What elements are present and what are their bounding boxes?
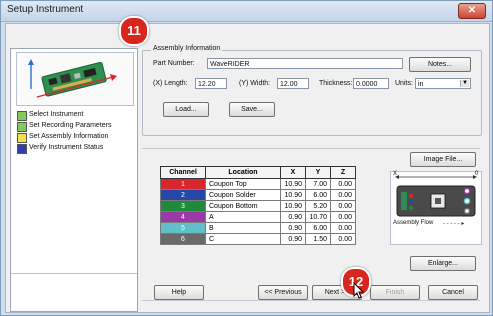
close-icon: ✕ <box>467 5 477 16</box>
units-label: Units: <box>395 80 413 87</box>
units-selected-value: in <box>418 81 424 88</box>
column-header-location: Location <box>205 166 281 179</box>
location-cell[interactable]: Coupon Bottom <box>205 200 281 212</box>
column-header-z: Z <box>330 166 356 179</box>
wizard-step-list: Select Instrument Set Recording Paramete… <box>17 110 111 154</box>
y-cell[interactable]: 6.00 <box>305 222 331 234</box>
step-set-assembly-information[interactable]: Set Assembly Information <box>17 132 111 143</box>
length-input[interactable]: 12.20 <box>195 78 227 89</box>
z-cell[interactable]: 0.00 <box>330 211 356 223</box>
load-button[interactable]: Load... <box>163 102 209 117</box>
column-header-channel: Channel <box>160 166 206 179</box>
y-cell[interactable]: 5.20 <box>305 200 331 212</box>
table-row[interactable]: 2 Coupon Solder 10.90 6.00 0.00 <box>160 189 356 201</box>
y-cell[interactable]: 6.00 <box>305 189 331 201</box>
instrument-board-image <box>16 52 134 106</box>
wizard-steps-panel: Select Instrument Set Recording Paramete… <box>10 48 138 312</box>
x-cell[interactable]: 0.90 <box>280 222 306 234</box>
table-row[interactable]: 4 A 0.90 10.70 0.00 <box>160 211 356 223</box>
group-label: Assembly Information <box>151 45 223 52</box>
channel-location-table: Channel Location X Y Z 1 Coupon Top 10.9… <box>160 166 356 245</box>
part-number-label: Part Number: <box>153 60 195 67</box>
cancel-button[interactable]: Cancel <box>428 285 478 300</box>
mouse-pointer-icon <box>353 282 365 299</box>
diagram-x-label: X <box>393 171 398 177</box>
width-input[interactable]: 12.00 <box>277 78 309 89</box>
z-cell[interactable]: 0.00 <box>330 233 356 245</box>
step-status-square <box>17 144 27 154</box>
width-label: (Y) Width: <box>239 80 271 87</box>
channel-cell[interactable]: 1 <box>160 178 206 190</box>
callout-badge-11: 11 <box>119 16 149 46</box>
z-cell[interactable]: 0.00 <box>330 222 356 234</box>
location-cell[interactable]: A <box>205 211 281 223</box>
table-row[interactable]: 1 Coupon Top 10.90 7.00 0.00 <box>160 178 356 190</box>
help-button[interactable]: Help <box>154 285 204 300</box>
enlarge-button[interactable]: Enlarge... <box>410 256 476 271</box>
instrument-board-icon <box>28 59 117 98</box>
chevron-down-icon: ▼ <box>460 80 469 87</box>
thickness-input[interactable]: 0.0000 <box>353 78 389 89</box>
diagram-y-label: 0 <box>475 171 479 177</box>
length-label: (X) Length: <box>153 80 188 87</box>
step-select-instrument[interactable]: Select Instrument <box>17 110 111 121</box>
part-number-input[interactable]: WaveRIDER <box>207 58 403 69</box>
step-label: Select Instrument <box>29 111 84 118</box>
z-cell[interactable]: 0.00 <box>330 189 356 201</box>
x-cell[interactable]: 10.90 <box>280 189 306 201</box>
save-button[interactable]: Save... <box>229 102 275 117</box>
close-button[interactable]: ✕ <box>458 3 486 19</box>
channel-cell[interactable]: 3 <box>160 200 206 212</box>
table-header-row: Channel Location X Y Z <box>160 166 356 179</box>
table-row[interactable]: 6 C 0.90 1.50 0.00 <box>160 233 356 245</box>
step-label: Set Recording Parameters <box>29 122 112 129</box>
step-label: Verify Instrument Status <box>29 144 104 151</box>
location-cell[interactable]: Coupon Top <box>205 178 281 190</box>
table-row[interactable]: 3 Coupon Bottom 10.90 5.20 0.00 <box>160 200 356 212</box>
step-set-recording-parameters[interactable]: Set Recording Parameters <box>17 121 112 132</box>
image-file-button[interactable]: Image File... <box>410 152 476 167</box>
finish-button[interactable]: Finish <box>370 285 420 300</box>
step-label: Set Assembly Information <box>29 133 109 140</box>
channel-cell[interactable]: 2 <box>160 189 206 201</box>
assembly-information-group: Assembly Information Part Number: WaveRI… <box>142 45 482 136</box>
channel-cell[interactable]: 6 <box>160 233 206 245</box>
board-thumbnail-icon <box>395 175 477 217</box>
x-cell[interactable]: 10.90 <box>280 200 306 212</box>
dialog-client-area: Select Instrument Set Recording Paramete… <box>5 23 490 313</box>
location-cell[interactable]: C <box>205 233 281 245</box>
thickness-label: Thickness: <box>319 80 353 87</box>
z-cell[interactable]: 0.00 <box>330 200 356 212</box>
step-status-square <box>17 133 27 143</box>
footer-divider <box>142 300 480 301</box>
window-title: Setup Instrument <box>7 4 84 15</box>
notes-button[interactable]: Notes... <box>409 57 471 72</box>
step-verify-instrument-status[interactable]: Verify Instrument Status <box>17 143 111 154</box>
x-cell[interactable]: 0.90 <box>280 211 306 223</box>
location-cell[interactable]: B <box>205 222 281 234</box>
y-cell[interactable]: 10.70 <box>305 211 331 223</box>
x-cell[interactable]: 10.90 <box>280 178 306 190</box>
assembly-flow-label: Assembly Flow <box>393 220 434 226</box>
y-cell[interactable]: 7.00 <box>305 178 331 190</box>
column-header-x: X <box>280 166 306 179</box>
section-divider <box>142 148 480 149</box>
channel-cell[interactable]: 5 <box>160 222 206 234</box>
y-cell[interactable]: 1.50 <box>305 233 331 245</box>
flow-arrow-icon: - - - - - ▸ <box>443 221 465 227</box>
setup-instrument-window: Setup Instrument ✕ Select Instrument Set… <box>0 0 493 316</box>
step-status-square <box>17 122 27 132</box>
location-cell[interactable]: Coupon Solder <box>205 189 281 201</box>
channel-cell[interactable]: 4 <box>160 211 206 223</box>
column-header-y: Y <box>305 166 331 179</box>
table-row[interactable]: 5 B 0.90 6.00 0.00 <box>160 222 356 234</box>
assembly-diagram[interactable]: X 0 Assembly Flow - - - - - ▸ <box>390 171 482 245</box>
previous-button[interactable]: << Previous <box>258 285 308 300</box>
units-select[interactable]: in ▼ <box>415 78 471 89</box>
left-panel-divider <box>11 273 137 274</box>
x-cell[interactable]: 0.90 <box>280 233 306 245</box>
title-bar: Setup Instrument ✕ <box>1 1 492 22</box>
z-cell[interactable]: 0.00 <box>330 178 356 190</box>
step-status-square <box>17 111 27 121</box>
